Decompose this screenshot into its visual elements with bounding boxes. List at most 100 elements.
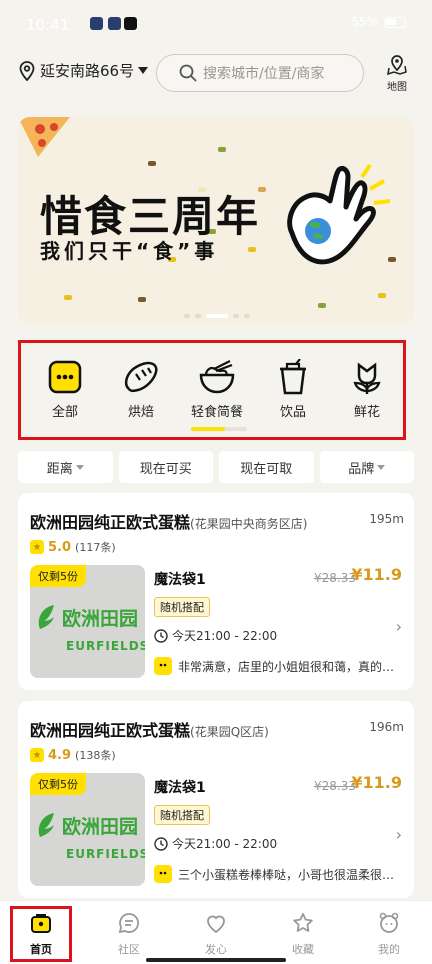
pickup-time: 今天21:00 - 22:00 bbox=[154, 627, 277, 644]
review-snippet: 非常满意，店里的小姐姐很和蔼，真的… bbox=[154, 657, 406, 675]
filter-brand[interactable]: 品牌 bbox=[319, 451, 414, 483]
gesture-bar bbox=[146, 958, 286, 962]
status-right: 55% bbox=[351, 15, 406, 29]
category-drinks[interactable]: 饮品 bbox=[263, 357, 323, 420]
status-bar: 10:41 55% bbox=[0, 0, 432, 48]
bag-name: 魔法袋1 bbox=[154, 780, 206, 796]
confetti bbox=[138, 297, 146, 302]
store-rating: ★ 4.9 (138条) bbox=[30, 747, 116, 763]
store-card[interactable]: 欧洲田园纯正欧式蛋糕(花果园Q区店) 196m ★ 4.9 (138条) 仅剩5… bbox=[18, 701, 414, 898]
battery-level: 55% bbox=[351, 15, 378, 29]
rating-count: (138条) bbox=[75, 749, 116, 762]
category-light-meal[interactable]: 轻食简餐 bbox=[187, 357, 247, 420]
rating-count: (117条) bbox=[75, 541, 116, 554]
review-snippet: 三个小蛋糕卷棒棒哒，小哥也很温柔很… bbox=[154, 865, 406, 883]
pickup-time-text: 今天21:00 - 22:00 bbox=[172, 837, 278, 851]
location-selector[interactable]: 延安南路66号 bbox=[18, 60, 149, 81]
original-price: ¥28.33 bbox=[314, 571, 356, 585]
category-label: 烘焙 bbox=[127, 405, 154, 420]
confetti bbox=[64, 295, 72, 300]
heart-icon bbox=[207, 915, 225, 934]
status-time: 10:41 bbox=[26, 16, 70, 34]
store-card[interactable]: 欧洲田园纯正欧式蛋糕(花果园中央商务区店) 195m ★ 5.0 (117条) … bbox=[18, 493, 414, 690]
rating-score: 5.0 bbox=[48, 539, 72, 555]
filter-distance[interactable]: 距离 bbox=[18, 451, 113, 483]
pager-dot bbox=[184, 314, 190, 318]
pager-dot bbox=[244, 314, 250, 318]
logo-english: EURFIELDS bbox=[66, 847, 145, 861]
logo-text: 欧洲田园 bbox=[62, 607, 139, 630]
nav-label: 我的 bbox=[378, 943, 400, 956]
bowl-icon bbox=[199, 360, 235, 394]
dropdown-icon bbox=[75, 464, 84, 470]
filter-label: 现在可买 bbox=[139, 461, 192, 477]
store-rating: ★ 5.0 (117条) bbox=[30, 539, 116, 555]
category-flowers[interactable]: 鲜花 bbox=[337, 357, 397, 420]
category-label: 全部 bbox=[51, 405, 78, 420]
store-image: 仅剩5份 欧洲田园 EURFIELDS bbox=[30, 773, 145, 886]
nav-label: 收藏 bbox=[292, 943, 314, 956]
store-branch: (花果园Q区店) bbox=[190, 725, 269, 739]
profile-icon bbox=[379, 912, 399, 933]
tiktok-icon bbox=[124, 17, 137, 30]
original-price: ¥28.33 bbox=[314, 779, 356, 793]
reviewer-avatar-icon bbox=[154, 865, 172, 883]
confetti bbox=[248, 247, 256, 252]
store-distance: 195m bbox=[369, 512, 404, 526]
filter-pickup-now[interactable]: 现在可取 bbox=[219, 451, 314, 483]
search-icon bbox=[179, 64, 197, 82]
sale-price: ¥11.9 bbox=[351, 565, 402, 584]
nav-label: 社区 bbox=[118, 943, 140, 956]
promo-banner[interactable]: 惜食三周年 我们只干“食”事 bbox=[18, 117, 414, 325]
filter-label: 现在可取 bbox=[240, 461, 293, 477]
category-all[interactable]: 全部 bbox=[35, 357, 95, 420]
pickup-time: 今天21:00 - 22:00 bbox=[154, 835, 277, 852]
nav-profile[interactable]: 我的 bbox=[364, 911, 414, 957]
category-label: 饮品 bbox=[279, 405, 306, 420]
confetti bbox=[378, 293, 386, 298]
random-mix-tag: 随机搭配 bbox=[154, 805, 210, 825]
nav-label: 发心 bbox=[205, 943, 227, 956]
search-input[interactable]: 搜索城市/位置/商家 bbox=[156, 54, 364, 92]
confetti bbox=[218, 147, 226, 152]
store-logo: 欧洲田园 bbox=[36, 811, 138, 839]
banner-pager bbox=[184, 314, 250, 318]
logo-text: 欧洲田园 bbox=[62, 815, 139, 838]
pager-dot-active bbox=[206, 314, 228, 318]
store-branch: (花果园中央商务区店) bbox=[190, 517, 308, 531]
reviewer-avatar-icon bbox=[154, 657, 172, 675]
chevron-down-icon bbox=[138, 66, 149, 74]
bread-icon bbox=[124, 361, 158, 393]
filter-label: 距离 bbox=[46, 461, 73, 477]
review-text: 非常满意，店里的小姐姐很和蔼，真的… bbox=[178, 659, 395, 674]
banner-subtitle: 我们只干“食”事 bbox=[40, 239, 219, 263]
dropdown-icon bbox=[377, 464, 386, 470]
nav-heart[interactable]: 发心 bbox=[191, 911, 241, 957]
filter-available-now[interactable]: 现在可买 bbox=[118, 451, 213, 483]
rating-score: 4.9 bbox=[48, 747, 72, 763]
pizza-icon bbox=[18, 117, 70, 157]
location-pin-icon bbox=[19, 60, 35, 81]
map-button[interactable]: 地图 bbox=[382, 54, 412, 93]
category-label: 轻食简餐 bbox=[190, 405, 243, 420]
clock-icon bbox=[154, 628, 168, 643]
notification-icon bbox=[90, 17, 103, 30]
review-text: 三个小蛋糕卷棒棒哒，小哥也很温柔很… bbox=[178, 867, 395, 882]
battery-icon bbox=[384, 16, 406, 28]
all-icon bbox=[48, 360, 82, 394]
logo-english: EURFIELDS bbox=[66, 639, 145, 653]
nav-favorites[interactable]: 收藏 bbox=[278, 911, 328, 957]
sale-price: ¥11.9 bbox=[351, 773, 402, 792]
pager-dot bbox=[233, 314, 239, 318]
star-icon bbox=[293, 913, 313, 932]
category-bakery[interactable]: 烘焙 bbox=[111, 357, 171, 420]
pager-dot bbox=[195, 314, 201, 318]
store-distance: 196m bbox=[369, 720, 404, 734]
store-title: 欧洲田园纯正欧式蛋糕(花果园中央商务区店) bbox=[30, 509, 307, 533]
category-label: 鲜花 bbox=[353, 405, 380, 420]
chevron-right-icon: › bbox=[395, 825, 402, 844]
filter-label: 品牌 bbox=[348, 461, 375, 477]
confetti bbox=[318, 303, 326, 308]
confetti bbox=[148, 161, 156, 166]
nav-community[interactable]: 社区 bbox=[104, 911, 154, 957]
